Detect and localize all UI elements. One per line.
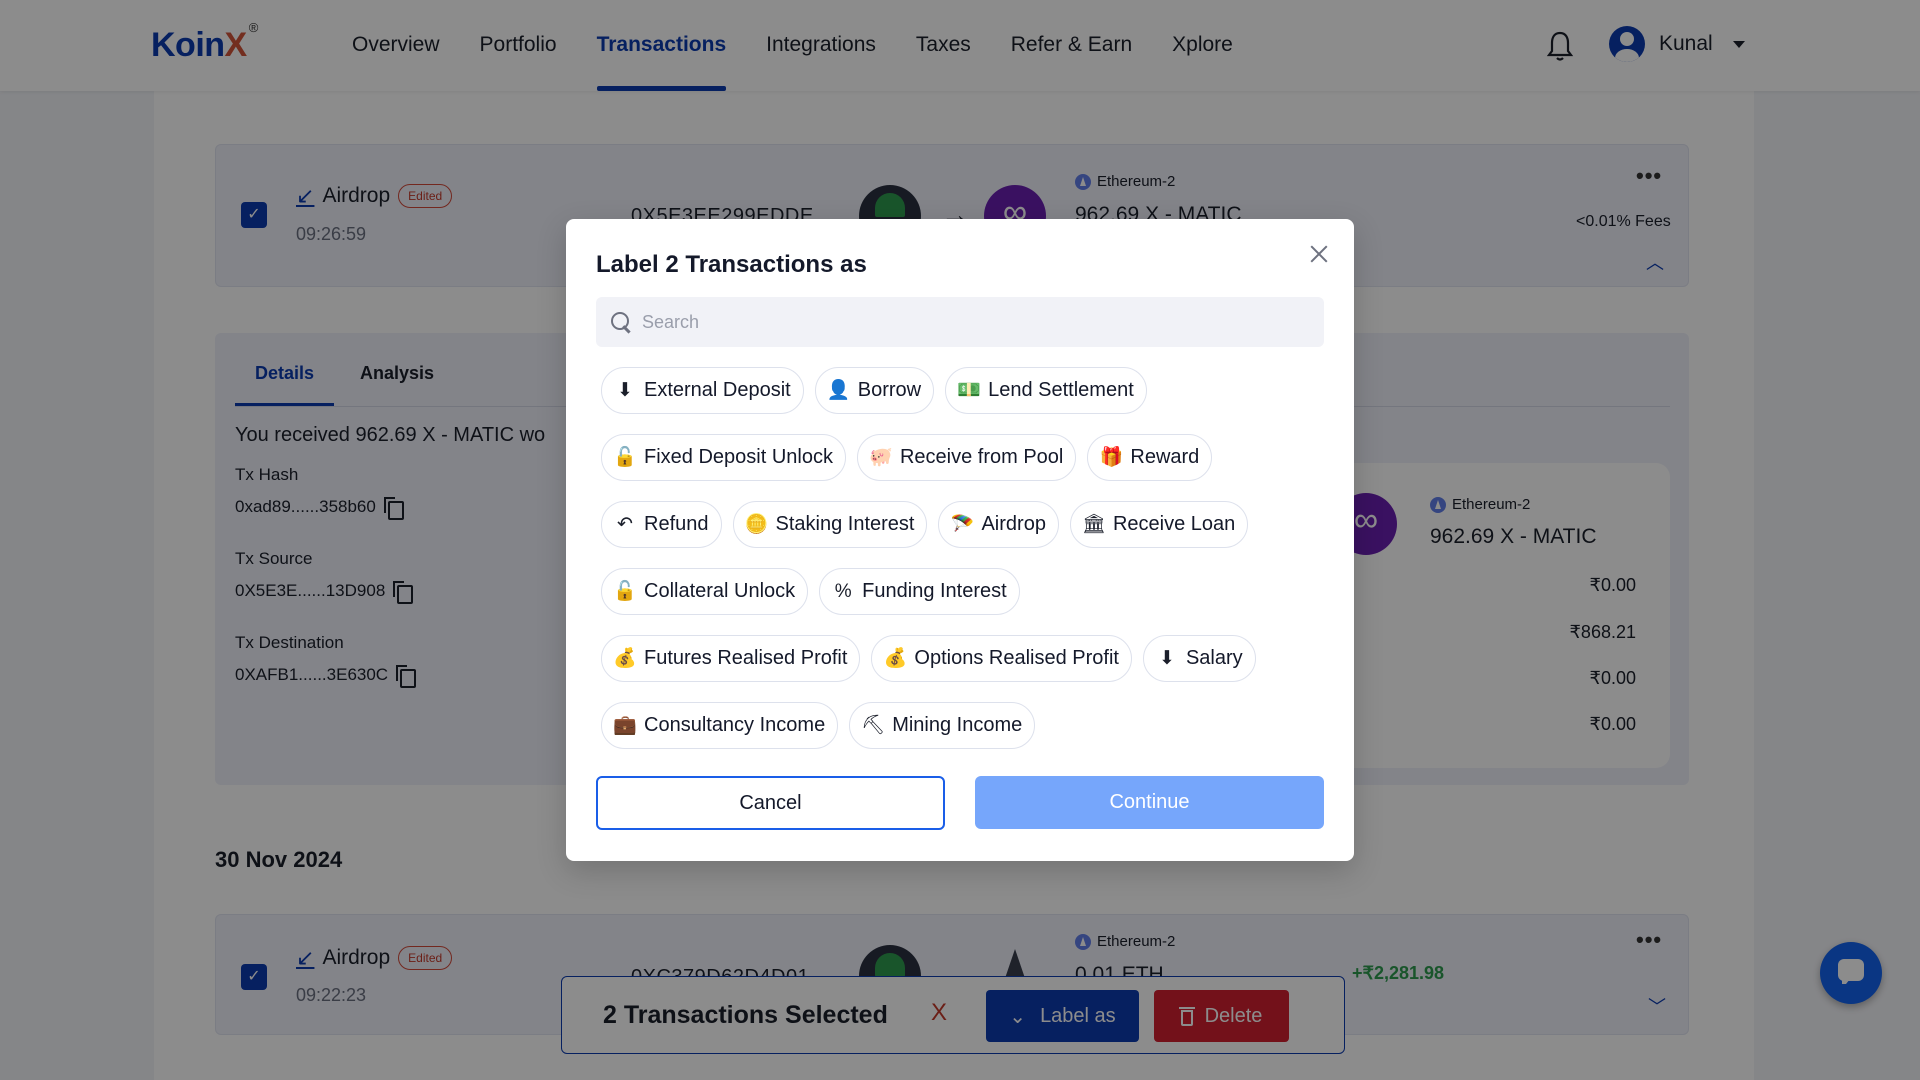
label-option-text: Collateral Unlock	[644, 580, 796, 602]
deposit-icon: ⬇	[617, 380, 633, 401]
label-option-text: External Deposit	[644, 379, 791, 401]
label-option-text: Funding Interest	[862, 580, 1007, 602]
label-options-row: ⬇ External Deposit 👤 Borrow 💵 Lend Settlement	[601, 367, 1321, 434]
deposit-icon: ⬇	[1159, 648, 1175, 669]
borrow-icon: 👤	[826, 380, 851, 401]
lend-settlement-icon: 💵	[957, 380, 981, 401]
label-option-refund[interactable]: ↶ Refund	[601, 501, 722, 548]
label-option-text: Fixed Deposit Unlock	[644, 446, 833, 468]
label-option-lend-settlement[interactable]: 💵 Lend Settlement	[945, 367, 1147, 414]
label-option-receive-loan[interactable]: 🏛 Receive Loan	[1069, 501, 1249, 548]
label-option-airdrop[interactable]: 🪂 Airdrop	[938, 501, 1059, 548]
label-option-text: Receive Loan	[1112, 513, 1236, 535]
label-option-funding-interest[interactable]: % Funding Interest	[819, 568, 1020, 615]
label-option-text: Consultancy Income	[644, 714, 826, 736]
label-option-text: Futures Realised Profit	[644, 647, 848, 669]
label-options: ⬇ External Deposit 👤 Borrow 💵 Lend Settlement…	[601, 367, 1321, 769]
label-option-text: Airdrop	[981, 513, 1046, 535]
label-option-reward[interactable]: 🎁 Reward	[1087, 434, 1213, 481]
label-options-row: 🔓 Fixed Deposit Unlock 🐖 Receive from Pool 🎁…	[601, 434, 1321, 501]
label-option-text: Refund	[644, 513, 709, 535]
label-option-text: Lend Settlement	[988, 379, 1134, 401]
parachute-icon: 🪂	[950, 514, 975, 535]
label-option-fixed-deposit-unlock[interactable]: 🔓 Fixed Deposit Unlock	[601, 434, 846, 481]
label-transactions-modal: Label 2 Transactions as ⬇ External Deposi…	[566, 219, 1354, 861]
percent-bag-icon: %	[834, 581, 852, 602]
label-option-borrow[interactable]: 👤 Borrow	[814, 367, 935, 414]
coins-icon: 🪙	[744, 514, 769, 535]
label-options-row: ↶ Refund 🪙 Staking Interest 🪂 Airdrop 🏛 Receive…	[601, 501, 1321, 568]
label-option-external-deposit[interactable]: ⬇ External Deposit	[601, 367, 804, 414]
unlock-icon: 🔓	[613, 447, 637, 468]
money-bag-icon: 💰	[883, 648, 908, 669]
gift-icon: 🎁	[1099, 447, 1124, 468]
bank-icon: 🏛	[1081, 514, 1107, 535]
label-option-staking-interest[interactable]: 🪙 Staking Interest	[732, 501, 928, 548]
label-option-text: Receive from Pool	[899, 446, 1064, 468]
label-option-receive-from-pool[interactable]: 🐖 Receive from Pool	[856, 434, 1077, 481]
label-option-text: Reward	[1130, 446, 1200, 468]
search-input[interactable]	[642, 311, 1302, 333]
modal-title: Label 2 Transactions as	[596, 251, 867, 278]
money-bag-icon: 💰	[613, 648, 637, 669]
label-option-salary[interactable]: ⬇ Salary	[1142, 635, 1256, 682]
label-option-text: Borrow	[857, 379, 922, 401]
label-options-row: 🔓 Collateral Unlock% Funding Interest	[601, 568, 1321, 635]
briefcase-icon: 💼	[613, 715, 637, 736]
label-option-text: Staking Interest	[775, 513, 915, 535]
label-options-row: 💰 Futures Realised Profit 💰 Options Realise…	[601, 635, 1321, 702]
label-option-options-realised-profit[interactable]: 💰 Options Realised Profit	[871, 635, 1132, 682]
pickaxe-icon: ⛏	[861, 715, 886, 736]
continue-button[interactable]: Continue	[975, 776, 1324, 829]
label-option-collateral-unlock[interactable]: 🔓 Collateral Unlock	[601, 568, 809, 615]
piggy-bank-icon: 🐖	[869, 447, 893, 468]
label-option-consultancy-income[interactable]: 💼 Consultancy Income	[601, 702, 839, 749]
label-option-mining-income[interactable]: ⛏ Mining Income	[849, 702, 1036, 749]
label-options-row: 💼 Consultancy Income ⛏ Mining Income	[601, 702, 1321, 769]
label-option-text: Mining Income	[892, 714, 1023, 736]
label-option-futures-realised-profit[interactable]: 💰 Futures Realised Profit	[601, 635, 861, 682]
unlock-check-icon: 🔓	[613, 581, 637, 602]
label-option-text: Options Realised Profit	[914, 647, 1119, 669]
search-icon	[610, 311, 632, 333]
search-field[interactable]	[596, 297, 1324, 347]
close-icon[interactable]	[1306, 241, 1332, 267]
refund-icon: ↶	[617, 514, 633, 535]
cancel-button[interactable]: Cancel	[596, 776, 945, 830]
label-option-text: Salary	[1185, 647, 1243, 669]
